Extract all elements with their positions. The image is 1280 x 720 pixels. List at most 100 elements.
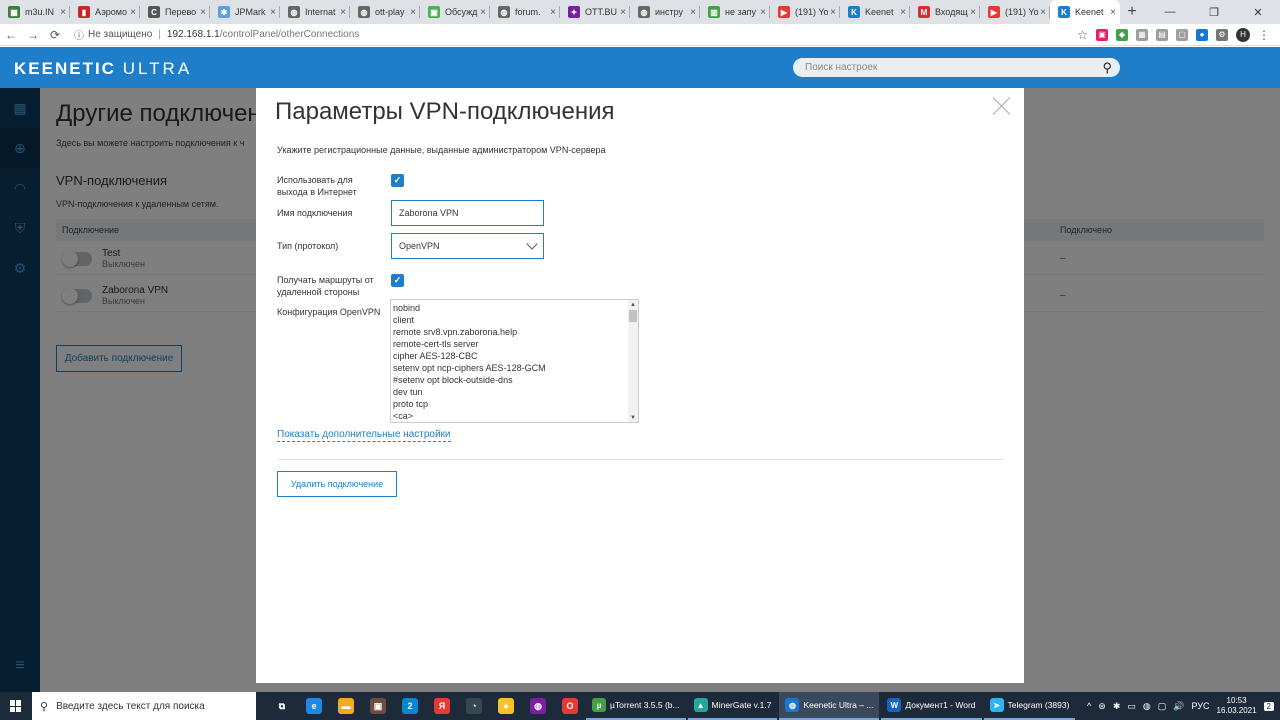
tab-close-icon[interactable]: × [830, 7, 836, 18]
taskbar-app-icon: ➤ [989, 698, 1004, 712]
taskbar-app[interactable]: ▲ MinerGate v.1.7 [687, 692, 778, 720]
tray-icon[interactable]: 🔊 [1173, 701, 1184, 712]
info-icon[interactable]: ⓘ [74, 27, 84, 42]
taskbar-app[interactable]: ➤ Telegram (3893) [983, 692, 1076, 720]
browser-tab[interactable]: ▦ m3u.IN × [0, 0, 70, 24]
yellow-app-icon[interactable]: ● [490, 692, 522, 720]
notifications-icon[interactable]: 2 [1263, 701, 1274, 711]
edge-icon[interactable]: e [298, 692, 330, 720]
config-scrollbar[interactable]: ▲ ▼ [628, 300, 638, 422]
store-icon[interactable]: ▣ [362, 692, 394, 720]
opera-icon[interactable]: O [554, 692, 586, 720]
ext-blue-circle-icon[interactable]: ● [1196, 28, 1208, 41]
tab-close-icon[interactable]: × [1110, 7, 1116, 18]
scroll-up-icon[interactable]: ▲ [630, 302, 636, 308]
browser-tab[interactable]: M Входящ × [910, 0, 980, 24]
show-more-settings-link[interactable]: Показать дополнительные настройки [277, 429, 451, 442]
tab-close-icon[interactable]: × [690, 7, 696, 18]
tray-icon[interactable]: ▭ [1127, 701, 1136, 712]
browser-tab[interactable]: ◍ инстру × [630, 0, 700, 24]
browser-tab[interactable]: ▮ Аэромо × [70, 0, 140, 24]
omnibox[interactable]: ⓘ Не защищено | 192.168.1.1 /controlPane… [74, 27, 1074, 42]
connection-name-input[interactable] [391, 200, 544, 226]
scroll-thumb[interactable] [629, 310, 637, 322]
ext-doc-icon[interactable]: ▤ [1156, 28, 1168, 41]
tab-close-icon[interactable]: × [1040, 7, 1046, 18]
tray-icon[interactable]: ◍ [1143, 701, 1151, 712]
taskbar-app[interactable]: W Документ1 - Word [881, 692, 982, 720]
tab-close-icon[interactable]: × [760, 7, 766, 18]
new-tab-button[interactable]: + [1120, 0, 1144, 24]
tab-close-icon[interactable]: × [550, 7, 556, 18]
profile-avatar[interactable]: Н [1236, 27, 1250, 42]
delete-connection-button[interactable]: Удалить подключение [277, 471, 397, 497]
browser-tab[interactable]: ✦ OTT.BU × [560, 0, 630, 24]
minimize-button[interactable]: — [1148, 0, 1192, 24]
windows-logo-icon [10, 700, 22, 712]
tab-label: Keenet [865, 7, 894, 17]
ext-gear-icon[interactable]: ⚙ [1216, 28, 1228, 41]
browser-tab[interactable]: ▣ Обсужд × [420, 0, 490, 24]
tray-icon[interactable]: ⊛ [1098, 701, 1106, 712]
protocol-select[interactable]: OpenVPN [391, 233, 544, 259]
skype-icon[interactable]: 2 [394, 692, 426, 720]
tray-icon[interactable]: ✱ [1113, 701, 1121, 712]
viber-icon[interactable]: ◍ [522, 692, 554, 720]
browser-menu-icon[interactable]: ⋮ [1258, 28, 1270, 42]
taskbar-app[interactable]: µ µTorrent 3.5.5 (b... [586, 692, 686, 720]
explorer-icon[interactable]: ▬ [330, 692, 362, 720]
start-button[interactable] [0, 692, 32, 720]
browser-tab[interactable]: ▶ (191) Yo × [980, 0, 1050, 24]
tray-icon[interactable]: ^ [1087, 701, 1091, 711]
reload-button[interactable]: ⟳ [44, 28, 66, 42]
taskbar-app-icon: ▲ [693, 698, 708, 712]
tab-close-icon[interactable]: × [970, 7, 976, 18]
browser-tab[interactable]: ◍ forum. × [490, 0, 560, 24]
tab-close-icon[interactable]: × [340, 7, 346, 18]
taskbar-search-input[interactable]: ⚲ Введите здесь текст для поиска [32, 692, 256, 720]
receive-routes-label: Получать маршруты от удаленной стороны [277, 275, 374, 297]
browser-tab[interactable]: C Перево × [140, 0, 210, 24]
back-button[interactable]: ← [0, 28, 22, 42]
bookmark-star-icon[interactable]: ☆ [1077, 28, 1088, 42]
tab-close-icon[interactable]: × [620, 7, 626, 18]
ext-shield-icon[interactable]: ◆ [1116, 28, 1128, 41]
close-window-button[interactable]: ✕ [1236, 0, 1280, 24]
connection-name-label: Имя подключения [277, 208, 353, 218]
tab-close-icon[interactable]: × [900, 7, 906, 18]
tab-close-icon[interactable]: × [410, 7, 416, 18]
browser-tab[interactable]: ▥ не запу × [700, 0, 770, 24]
close-icon[interactable] [992, 96, 1012, 116]
forward-button[interactable]: → [22, 28, 44, 42]
speedometer-icon[interactable]: ◔ [458, 692, 490, 720]
tab-close-icon[interactable]: × [200, 7, 206, 18]
language-indicator[interactable]: РУС [1191, 701, 1209, 711]
browser-tab[interactable]: ✱ JPMark × [210, 0, 280, 24]
tab-close-icon[interactable]: × [60, 7, 66, 18]
search-icon[interactable]: ⚲ [1102, 60, 1112, 76]
task-view-icon[interactable]: ⧉ [266, 692, 298, 720]
browser-tab[interactable]: ◍ ott-play × [350, 0, 420, 24]
ext-grid-icon[interactable]: ▦ [1136, 28, 1148, 41]
openvpn-config-textarea[interactable]: nobind client remote srv8.vpn.zaborona.h… [390, 299, 639, 423]
browser-tab[interactable]: K Keenet × [1050, 0, 1120, 24]
ext-page-icon[interactable]: ▢ [1176, 28, 1188, 41]
tab-close-icon[interactable]: × [480, 7, 486, 18]
maximize-button[interactable]: ❐ [1192, 0, 1236, 24]
tab-close-icon[interactable]: × [130, 7, 136, 18]
tab-close-icon[interactable]: × [270, 7, 276, 18]
tray-icon[interactable]: ▢ [1158, 701, 1167, 712]
scroll-down-icon[interactable]: ▼ [630, 415, 636, 421]
use-for-internet-checkbox[interactable]: ✓ [391, 174, 404, 187]
receive-routes-checkbox[interactable]: ✓ [391, 274, 404, 287]
browser-tab[interactable]: K Keenet × [840, 0, 910, 24]
tab-label: (191) Yo [1005, 7, 1039, 17]
clock[interactable]: 10:53 16.03.2021 [1217, 696, 1257, 716]
browser-tab[interactable]: ▶ (191) Yo × [770, 0, 840, 24]
keenetic-logo[interactable]: KEENETIC ULTRA [14, 59, 192, 79]
settings-search-input[interactable]: Поиск настроек ⚲ [793, 58, 1120, 77]
yandex-icon[interactable]: Я [426, 692, 458, 720]
browser-tab[interactable]: ◍ Internat × [280, 0, 350, 24]
ext-pink-icon[interactable]: ▣ [1096, 28, 1108, 41]
taskbar-app[interactable]: ◍ Keenetic Ultra – ... [779, 692, 880, 720]
